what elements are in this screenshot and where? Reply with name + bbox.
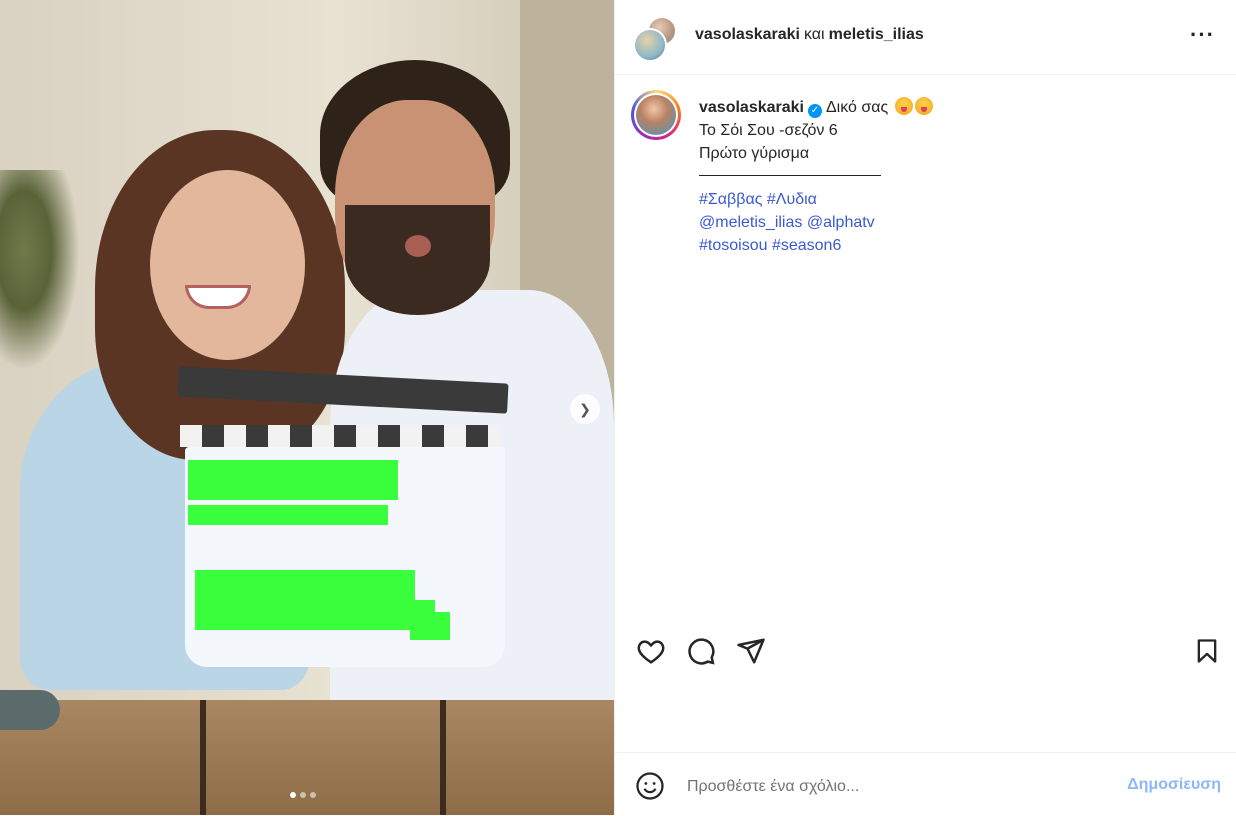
save-button[interactable] (1191, 635, 1223, 667)
share-button[interactable] (735, 635, 767, 667)
photo-woman-face (150, 170, 305, 360)
verified-badge-icon: ✓ (807, 104, 822, 118)
caption-line2: Το Σόι Σου -σεζόν 6 (699, 122, 838, 139)
photo-microphone (0, 690, 60, 730)
paper-plane-icon (737, 638, 765, 664)
post-comment-button[interactable]: Δημοσίευση (1127, 776, 1221, 794)
comment-button[interactable] (685, 635, 717, 667)
hashtag-link[interactable]: #season6 (772, 237, 841, 254)
post-actions (615, 625, 1236, 681)
bookmark-icon (1197, 639, 1217, 663)
emoji-squinting-tongue-icon (894, 97, 913, 115)
carousel-dot (300, 792, 306, 798)
carousel-dot (310, 792, 316, 798)
more-horizontal-icon: ··· (1190, 22, 1215, 47)
avatar (636, 95, 676, 135)
avatar (633, 28, 667, 62)
hashtag-link[interactable]: #tosoisou (699, 237, 768, 254)
hashtag-link[interactable]: #Λυδια (767, 191, 817, 208)
photo-green-tape (410, 612, 450, 640)
chevron-right-icon: ❯ (579, 400, 591, 417)
smile-icon (636, 772, 664, 800)
heart-icon (637, 640, 665, 664)
post-header: vasolaskaraki και meletis_ilias ··· (615, 0, 1236, 75)
carousel-dots (290, 792, 316, 798)
caption-text: vasolaskaraki ✓ Δικό σας Το Σόι Σου -σεζόν… (699, 96, 1219, 257)
carousel-next-button[interactable]: ❯ (570, 394, 600, 424)
add-comment-bar: Δημοσίευση (615, 752, 1236, 816)
post-side-panel: vasolaskaraki και meletis_ilias ··· vasola… (614, 0, 1236, 815)
photo-green-tape (188, 460, 398, 500)
hashtag-link[interactable]: #Σαββας (699, 191, 762, 208)
comment-input[interactable] (685, 773, 1089, 801)
header-username-2[interactable]: meletis_ilias (829, 26, 924, 43)
caption-avatar[interactable] (631, 90, 681, 140)
header-username-1[interactable]: vasolaskaraki (695, 26, 800, 43)
emoji-squinting-tongue-icon (914, 97, 933, 115)
header-usernames: vasolaskaraki και meletis_ilias (695, 26, 924, 44)
photo-green-tape (195, 600, 435, 630)
photo-table-gap (440, 700, 446, 815)
caption-line3: Πρώτο γύρισμα (699, 145, 810, 162)
post-image[interactable]: ❯ (0, 0, 614, 815)
mention-link[interactable]: @alphatv (807, 214, 875, 231)
photo-green-tape (195, 570, 415, 600)
emoji-picker-button[interactable] (635, 771, 665, 801)
collab-avatars[interactable] (633, 16, 677, 62)
header-conjunction: και (803, 26, 825, 43)
mention-link[interactable]: @meletis_ilias (699, 214, 802, 231)
avatar-ring-inner (634, 93, 678, 137)
carousel-dot (290, 792, 296, 798)
photo-man-lips (405, 235, 431, 257)
photo-man-beard (345, 205, 490, 315)
caption-line1: Δικό σας (825, 99, 889, 116)
photo-clapper-stripes (180, 425, 500, 447)
caption-separator (699, 175, 881, 176)
more-options-button[interactable]: ··· (1190, 22, 1215, 48)
photo-plant (0, 170, 80, 370)
photo-green-tape (188, 505, 388, 525)
caption-username[interactable]: vasolaskaraki (699, 99, 804, 116)
like-button[interactable] (635, 635, 667, 667)
photo-table-gap (200, 700, 206, 815)
comment-icon (688, 638, 715, 665)
